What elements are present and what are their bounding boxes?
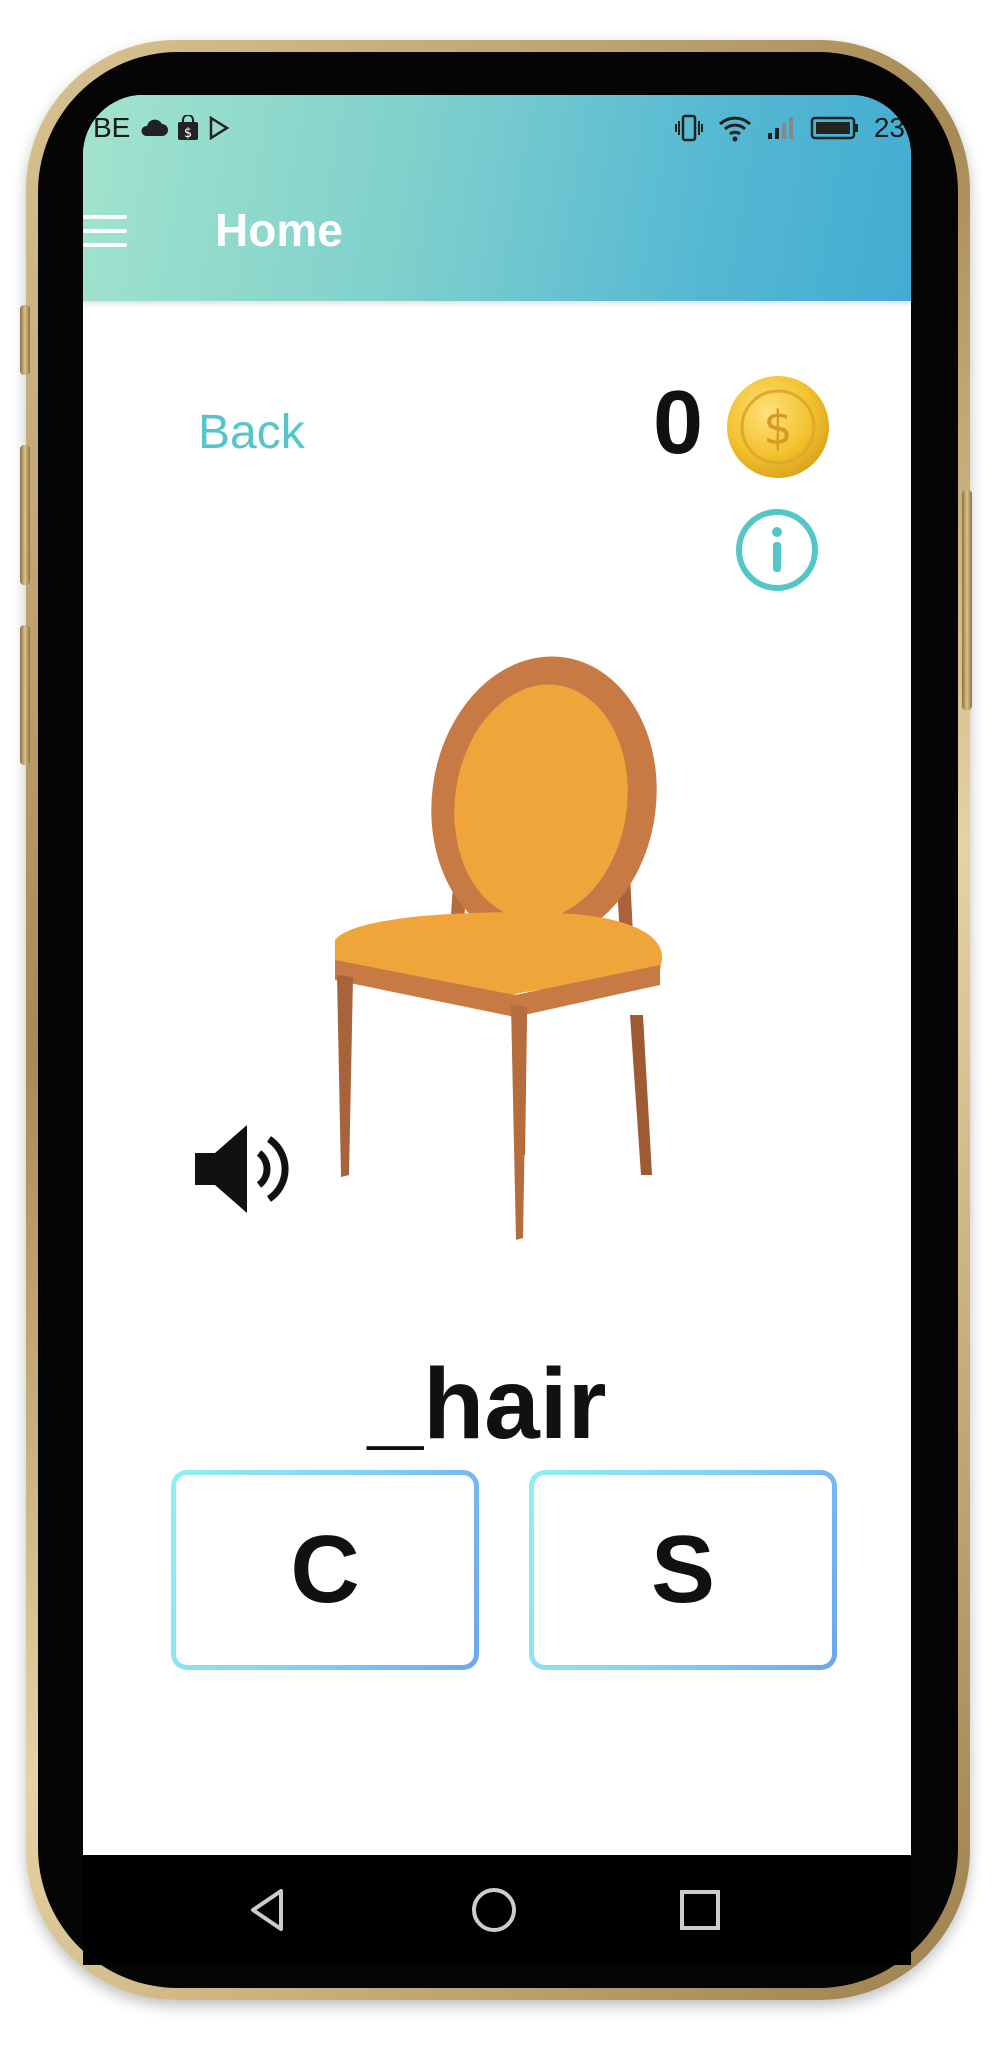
status-bar-right: 23	[674, 112, 905, 144]
battery-icon	[810, 116, 858, 140]
signal-icon	[767, 117, 793, 139]
phone-mockup: BE $ 23 Home Back 0 $ _hair C S	[0, 0, 992, 2048]
status-carrier-text: BE	[93, 112, 131, 143]
menu-icon[interactable]	[83, 215, 127, 247]
info-icon[interactable]	[734, 507, 820, 593]
system-nav-bar	[83, 1855, 911, 1965]
vibrate-icon	[674, 114, 703, 142]
choice-button-c[interactable]: C	[171, 1470, 479, 1670]
cloud-icon	[141, 119, 169, 136]
coin-count: 0	[653, 373, 704, 473]
triangle-back-icon[interactable]	[243, 1885, 293, 1935]
status-bar-left: BE $	[93, 112, 230, 144]
choice-button-s[interactable]: S	[529, 1470, 837, 1670]
play-store-icon	[210, 116, 230, 140]
status-time: 23	[873, 112, 905, 143]
puzzle-word: _hair	[367, 1348, 607, 1460]
dollar-coin-icon: $	[727, 376, 829, 478]
power-button-right	[962, 490, 972, 710]
svg-text:$: $	[184, 126, 192, 141]
app-screen: BE $ 23 Home Back 0 $ _hair C S	[83, 95, 911, 1855]
square-recents-icon[interactable]	[675, 1885, 725, 1935]
back-button[interactable]: Back	[198, 405, 305, 460]
volume-button-left	[20, 305, 30, 375]
page-title: Home	[215, 204, 343, 256]
shop-bag-icon: $	[178, 115, 199, 141]
app-bar: BE $ 23 Home	[83, 95, 911, 301]
circle-home-icon[interactable]	[469, 1885, 519, 1935]
svg-text:$: $	[763, 401, 792, 455]
volume-button-left-2	[20, 445, 30, 585]
power-button-left	[20, 625, 30, 765]
speaker-icon[interactable]	[191, 1119, 301, 1219]
chair-picture	[335, 656, 663, 1240]
wifi-icon	[718, 116, 751, 142]
